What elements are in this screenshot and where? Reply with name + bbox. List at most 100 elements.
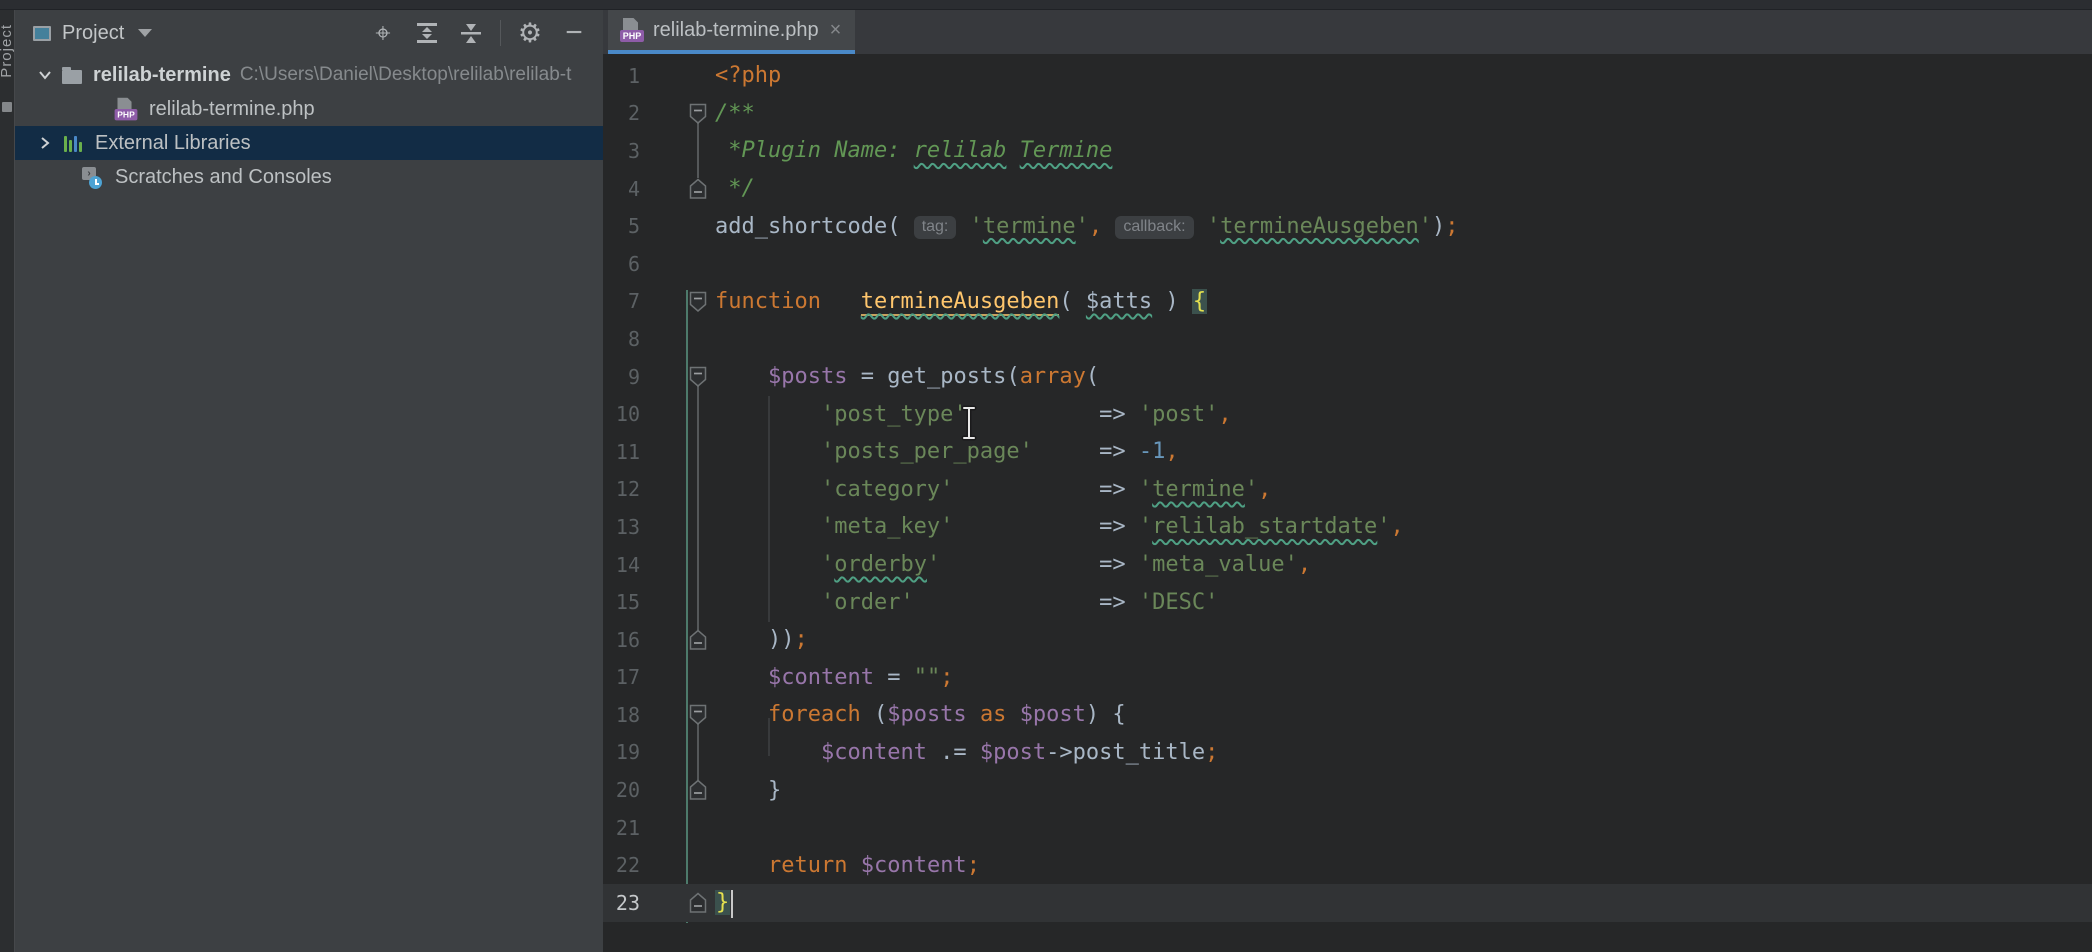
code-text[interactable]: <?php (715, 63, 781, 88)
code-token (715, 627, 768, 652)
tree-item-external-libraries[interactable]: External Libraries (15, 126, 603, 160)
tab-close-icon[interactable]: × (830, 19, 842, 42)
locate-file-icon[interactable]: ⌖ (366, 16, 400, 50)
code-text[interactable]: 'meta_key' => 'relilab_startdate', (715, 514, 1404, 539)
code-text[interactable]: return $content; (715, 853, 980, 878)
code-token: ( (1006, 364, 1019, 389)
project-panel-title[interactable]: Project (62, 22, 124, 45)
line-number[interactable]: 23 (603, 891, 640, 915)
code-line-22: 22 return $content; (603, 846, 2092, 884)
code-token (715, 740, 821, 765)
line-number[interactable]: 10 (603, 402, 640, 426)
line-number[interactable]: 20 (603, 778, 640, 802)
line-number[interactable]: 6 (603, 252, 640, 276)
fold-collapse-icon[interactable] (688, 290, 708, 314)
code-token: $posts (887, 702, 966, 727)
code-text[interactable]: } (715, 778, 781, 803)
code-text[interactable]: 'posts_per_page' => -1, (715, 439, 1179, 464)
line-number[interactable]: 7 (603, 289, 640, 313)
gutter-fold-area (640, 358, 715, 396)
project-stripe-icon[interactable] (2, 102, 12, 112)
code-text[interactable]: $content .= $post->post_title; (715, 740, 1218, 765)
fold-collapse-icon[interactable] (688, 703, 708, 727)
gutter-fold-area (640, 207, 715, 245)
code-token: = (847, 364, 887, 389)
line-number[interactable]: 2 (603, 101, 640, 125)
code-token: ' (1139, 514, 1152, 539)
code-token (1006, 138, 1019, 163)
line-number[interactable]: 5 (603, 214, 640, 238)
code-token (715, 665, 768, 690)
code-token: )) (768, 627, 795, 652)
code-text[interactable]: */ (715, 176, 755, 201)
line-number[interactable]: 3 (603, 139, 640, 163)
code-token (715, 552, 821, 577)
project-stripe-button[interactable]: Project (0, 24, 15, 78)
gutter-fold-area (640, 884, 715, 922)
code-text[interactable]: function termineAusgeben( $atts ) { (715, 289, 1207, 314)
code-token: termine (1152, 477, 1245, 502)
line-number[interactable]: 15 (603, 590, 640, 614)
line-number[interactable]: 12 (603, 477, 640, 501)
line-number[interactable]: 1 (603, 64, 640, 88)
code-token: <?php (715, 63, 781, 88)
code-text[interactable]: } (715, 890, 730, 915)
code-line-21: 21 (603, 809, 2092, 847)
code-token: $content (768, 665, 874, 690)
line-number[interactable]: 14 (603, 553, 640, 577)
code-token: as (980, 702, 1007, 727)
tree-item-relilab-termine-php[interactable]: PHPrelilab-termine.php (15, 92, 603, 126)
line-number[interactable]: 21 (603, 816, 640, 840)
expand-all-icon[interactable] (410, 16, 444, 50)
code-token: ) (1086, 702, 1113, 727)
line-number[interactable]: 11 (603, 440, 640, 464)
code-editor[interactable]: 1 <?php 2 /** 3 *Plugin Name: relilab Termin… (603, 54, 2092, 952)
line-number[interactable]: 16 (603, 628, 640, 652)
code-text[interactable]: 'orderby' => 'meta_value', (715, 552, 1311, 577)
tree-item-relilab-termine[interactable]: relilab-termineC:\Users\Daniel\Desktop\r… (15, 58, 603, 92)
chevron-down-icon[interactable] (37, 67, 53, 83)
code-token: */ (715, 176, 755, 201)
code-text[interactable]: 'order' => 'DESC' (715, 590, 1218, 615)
code-lines: 1 <?php 2 /** 3 *Plugin Name: relilab Termin… (603, 57, 2092, 922)
code-text[interactable]: $posts = get_posts(array( (715, 364, 1099, 389)
tab-relilab-termine-php[interactable]: PHP relilab-termine.php × (608, 10, 855, 50)
code-text[interactable]: *Plugin Name: relilab Termine (715, 138, 1112, 163)
fold-collapse-icon[interactable] (688, 628, 708, 652)
chevron-right-icon[interactable] (37, 135, 53, 151)
window-top-strip (0, 0, 2092, 10)
code-text[interactable]: /** (715, 101, 755, 126)
gutter-fold-area (640, 132, 715, 170)
line-number[interactable]: 8 (603, 327, 640, 351)
code-token: $content (821, 740, 927, 765)
code-token: 'order' (821, 590, 914, 615)
code-text[interactable]: $content = ""; (715, 665, 953, 690)
code-text[interactable]: foreach ($posts as $post) { (715, 702, 1126, 727)
line-number[interactable]: 17 (603, 665, 640, 689)
fold-collapse-icon[interactable] (688, 891, 708, 915)
code-text[interactable]: add_shortcode( tag: 'termine', callback:… (715, 214, 1459, 239)
fold-collapse-icon[interactable] (688, 177, 708, 201)
fold-collapse-icon[interactable] (688, 365, 708, 389)
code-line-6: 6 (603, 245, 2092, 283)
chevron-down-icon[interactable] (138, 29, 152, 37)
settings-gear-icon[interactable]: ⚙ (513, 16, 547, 50)
line-number[interactable]: 9 (603, 365, 640, 389)
tree-item-scratches-and-consoles[interactable]: ›Scratches and Consoles (15, 160, 603, 194)
line-number[interactable]: 19 (603, 740, 640, 764)
code-token: "" (914, 665, 941, 690)
gutter-fold-area (640, 621, 715, 659)
code-token: ) (1432, 214, 1445, 239)
code-token: $content (861, 853, 967, 878)
code-text[interactable]: 'category' => 'termine', (715, 477, 1271, 502)
line-number[interactable]: 13 (603, 515, 640, 539)
hide-panel-icon[interactable]: − (557, 16, 591, 50)
line-number[interactable]: 4 (603, 177, 640, 201)
fold-collapse-icon[interactable] (688, 102, 708, 126)
code-token: , (1391, 514, 1404, 539)
collapse-all-icon[interactable] (454, 16, 488, 50)
fold-collapse-icon[interactable] (688, 778, 708, 802)
line-number[interactable]: 22 (603, 853, 640, 877)
line-number[interactable]: 18 (603, 703, 640, 727)
code-text[interactable]: )); (715, 627, 808, 652)
